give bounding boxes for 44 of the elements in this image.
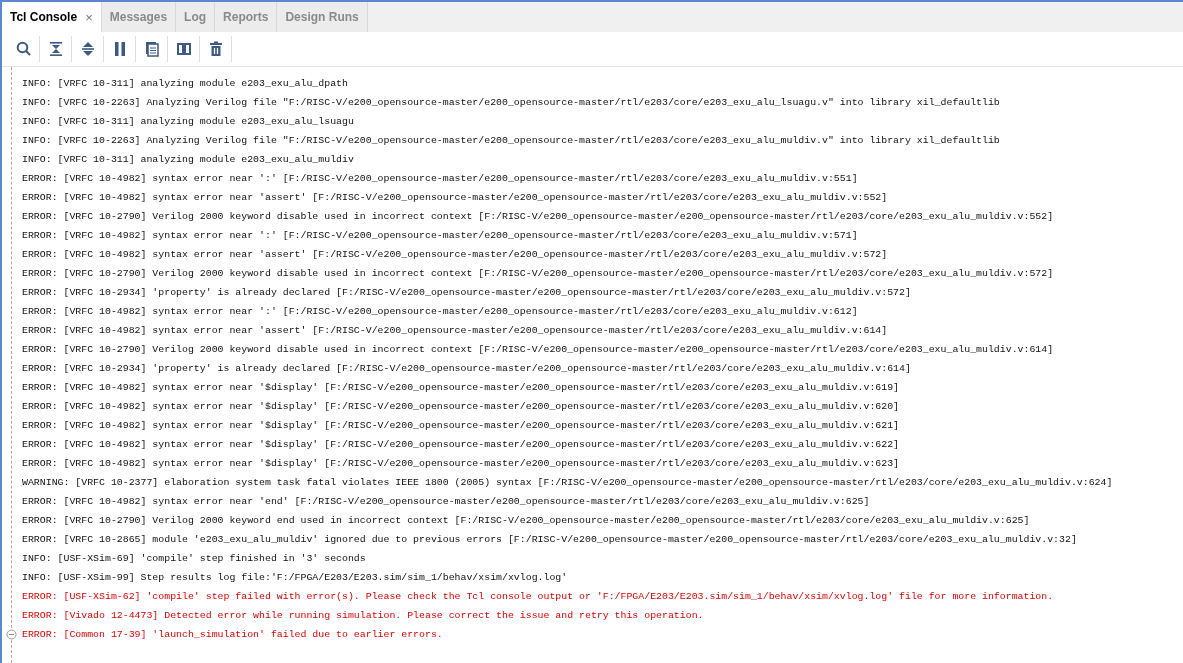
console-line: ERROR: [VRFC 10-4982] syntax error near 'assert' [F:/RISC-V/e200_opensource-master/e200_opensource-master/rtl/e203/core/e203_exu_alu_muldiv.v:614] bbox=[22, 324, 888, 338]
console-line: ERROR: [VRFC 10-2934] 'property' is already declared [F:/RISC-V/e200_opensource-master/e200_opensource-master/rtl/e203/core/e203_exu_alu_muldiv.v:572] bbox=[22, 286, 911, 300]
console-line: INFO: [VRFC 10-2263] Analyzing Verilog file "F:/RISC-V/e200_opensource-master/e200_opensource-master/rtl/e203/core/e203_exu_alu_muldiv.v" into library xil_defaultlib bbox=[22, 134, 1000, 148]
console-line: ERROR: [VRFC 10-4982] syntax error near 'assert' [F:/RISC-V/e200_opensource-master/e200_opensource-master/rtl/e203/core/e203_exu_alu_muldiv.v:552] bbox=[22, 191, 888, 205]
close-button[interactable]: × bbox=[85, 9, 93, 25]
console-line: INFO: [VRFC 10-311] analyzing module e203_exu_alu_lsuagu bbox=[22, 115, 354, 129]
console-line: INFO: [USF-XSim-69] 'compile' step finished in '3' seconds bbox=[22, 552, 366, 566]
console-line: ERROR: [Common 17-39] 'launch_simulation' failed due to earlier errors. bbox=[22, 628, 443, 642]
tab[interactable]: Log bbox=[176, 2, 216, 32]
console-line: ERROR: [VRFC 10-4982] syntax error near '$display' [F:/RISC-V/e200_opensource-master/e200_opensource-master/rtl/e203/core/e203_exu_alu_muldiv.v:619] bbox=[22, 381, 900, 395]
console-line: ERROR: [VRFC 10-4982] syntax error near ':' [F:/RISC-V/e200_opensource-master/e200_opensource-master/rtl/e203/core/e203_exu_alu_muldiv.v:612] bbox=[22, 305, 858, 319]
console-line: ERROR: [VRFC 10-2790] Verilog 2000 keyword disable used in incorrect context [F:/RISC-V/e200_opensource-master/e200_opensource-master/rtl/e203/core/e203_exu_alu_muldiv.v:572] bbox=[22, 267, 1054, 281]
console-line: ERROR: [VRFC 10-2865] module 'e203_exu_alu_muldiv' ignored due to previous errors [F:/RISC-V/e200_opensource-master/e200_opensource-master/rtl/e203/core/e203_exu_alu_muldiv.v:32] bbox=[22, 533, 1077, 547]
console-line: INFO: [VRFC 10-311] analyzing module e203_exu_alu_muldiv bbox=[22, 153, 354, 167]
console-line: ERROR: [VRFC 10-4982] syntax error near 'assert' [F:/RISC-V/e200_opensource-master/e200_opensource-master/rtl/e203/core/e203_exu_alu_muldiv.v:572] bbox=[22, 248, 888, 262]
console-line: ERROR: [VRFC 10-2790] Verilog 2000 keyword disable used in incorrect context [F:/RISC-V/e200_opensource-master/e200_opensource-master/rtl/e203/core/e203_exu_alu_muldiv.v:552] bbox=[22, 210, 1054, 224]
tab[interactable]: Messages bbox=[101, 2, 177, 32]
console-line: ERROR: [Vivado 12-4473] Detected error while running simulation. Please correct the issue and retry this operation. bbox=[22, 609, 704, 623]
document-icon bbox=[144, 41, 159, 57]
pause-icon bbox=[113, 41, 126, 57]
console-line: ERROR: [VRFC 10-4982] syntax error near '$display' [F:/RISC-V/e200_opensource-master/e200_opensource-master/rtl/e203/core/e203_exu_alu_muldiv.v:620] bbox=[22, 400, 900, 414]
console-line: ERROR: [USF-XSim-62] 'compile' step failed with error(s). Please check the Tcl console output or 'F:/FPGA/E203/E203.sim/sim_1/behav/xsim/xvlog.log' file for more information. bbox=[22, 590, 1054, 604]
console-line: ERROR: [VRFC 10-4982] syntax error near ':' [F:/RISC-V/e200_opensource-master/e200_opensource-master/rtl/e203/core/e203_exu_alu_muldiv.v:551] bbox=[22, 172, 858, 186]
console-line: ERROR: [VRFC 10-2790] Verilog 2000 keyword disable used in incorrect context [F:/RISC-V/e200_opensource-master/e200_opensource-master/rtl/e203/core/e203_exu_alu_muldiv.v:614] bbox=[22, 343, 1054, 357]
console-line: ERROR: [VRFC 10-4982] syntax error near '$display' [F:/RISC-V/e200_opensource-master/e200_opensource-master/rtl/e203/core/e203_exu_alu_muldiv.v:622] bbox=[22, 438, 900, 452]
console-line: WARNING: [VRFC 10-2377] elaboration system task fatal violates IEEE 1800 (2005) syntax [F:/RISC-V/e200_opensource-master/e200_opensource-master/rtl/e203/core/e203_exu_alu_muldiv.v:624] bbox=[22, 476, 1113, 490]
console-line: INFO: [USF-XSim-99] Step results log file:'F:/FPGA/E203/E203.sim/sim_1/behav/xsim/xvlog.log' bbox=[22, 571, 568, 585]
console-line: ERROR: [VRFC 10-2934] 'property' is already declared [F:/RISC-V/e200_opensource-master/e200_opensource-master/rtl/e203/core/e203_exu_alu_muldiv.v:614] bbox=[22, 362, 911, 376]
console-line: ERROR: [VRFC 10-4982] syntax error near ':' [F:/RISC-V/e200_opensource-master/e200_opensource-master/rtl/e203/core/e203_exu_alu_muldiv.v:571] bbox=[22, 229, 858, 243]
console-line: INFO: [VRFC 10-311] analyzing module e203_exu_alu_dpath bbox=[22, 77, 348, 91]
collapse-all-icon bbox=[48, 41, 63, 57]
fold-icon[interactable] bbox=[6, 629, 17, 640]
console-line: ERROR: [VRFC 10-2790] Verilog 2000 keyword end used in incorrect context [F:/RISC-V/e200_opensource-master/e200_opensource-master/rtl/e203/core/e203_exu_alu_muldiv.v:625] bbox=[22, 514, 1030, 528]
console-line: ERROR: [VRFC 10-4982] syntax error near 'end' [F:/RISC-V/e200_opensource-master/e200_opensource-master/rtl/e203/core/e203_exu_alu_muldiv.v:625] bbox=[22, 495, 870, 509]
trash-icon bbox=[208, 41, 223, 57]
tab[interactable]: Reports bbox=[215, 2, 278, 32]
console-line: INFO: [VRFC 10-2263] Analyzing Verilog file "F:/RISC-V/e200_opensource-master/e200_opensource-master/rtl/e203/core/e203_exu_alu_lsuagu.v" into library xil_defaultlib bbox=[22, 96, 1000, 110]
console-line: ERROR: [VRFC 10-4982] syntax error near '$display' [F:/RISC-V/e200_opensource-master/e200_opensource-master/rtl/e203/core/e203_exu_alu_muldiv.v:621] bbox=[22, 419, 900, 433]
console-line: ERROR: [VRFC 10-4982] syntax error near '$display' [F:/RISC-V/e200_opensource-master/e200_opensource-master/rtl/e203/core/e203_exu_alu_muldiv.v:623] bbox=[22, 457, 900, 471]
columns-icon bbox=[175, 41, 192, 57]
tab[interactable]: Tcl Console × bbox=[2, 2, 102, 32]
tab[interactable]: Design Runs bbox=[277, 2, 368, 32]
expand-all-icon bbox=[80, 41, 95, 57]
search-icon bbox=[15, 41, 32, 57]
